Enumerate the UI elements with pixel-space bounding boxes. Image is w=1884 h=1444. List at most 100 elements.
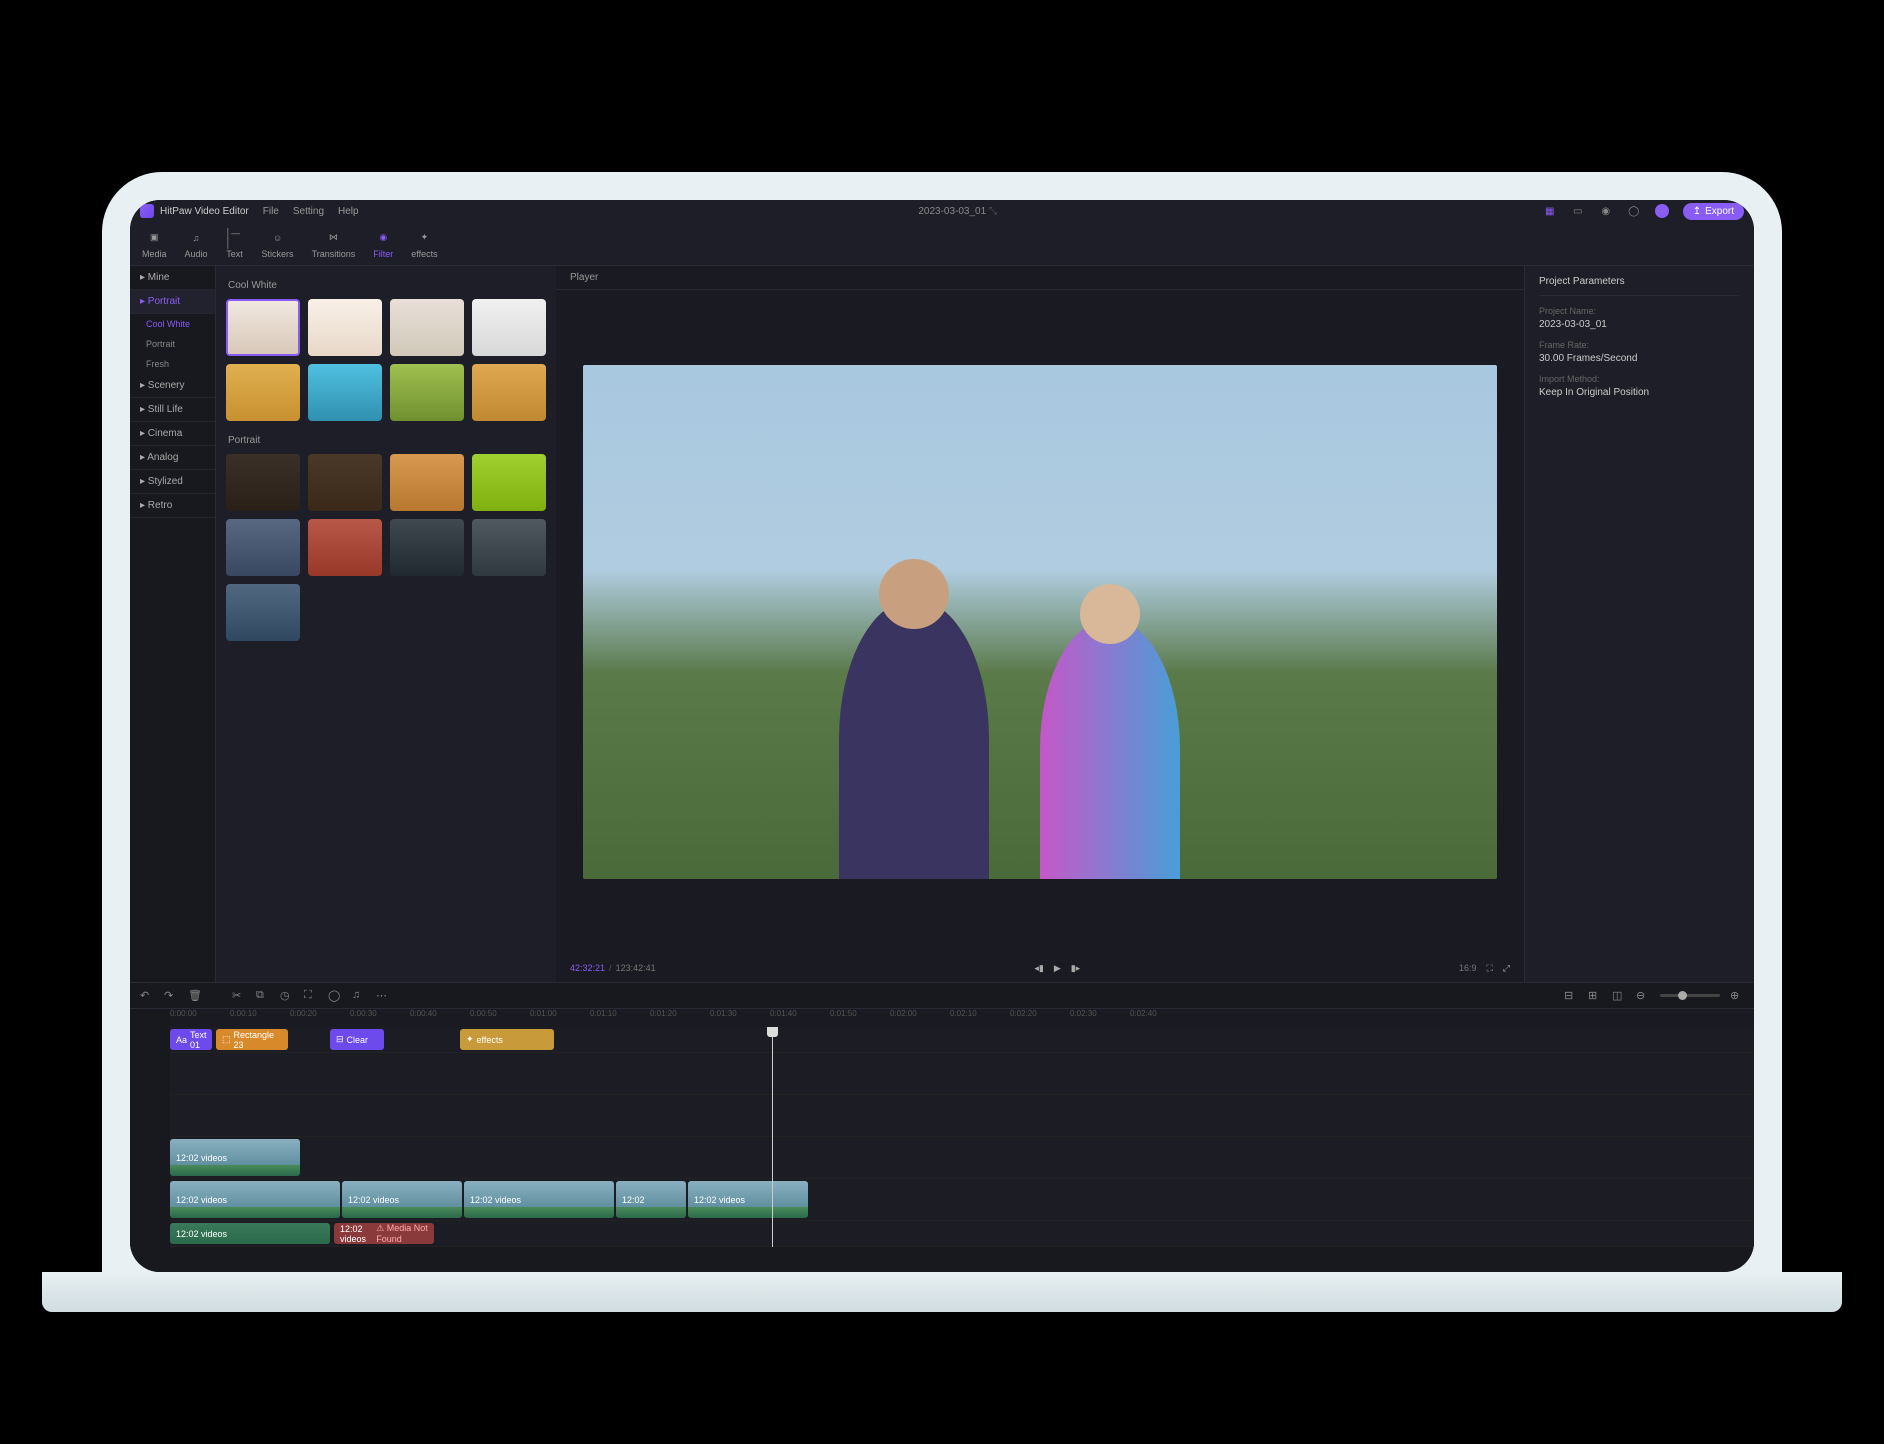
- category-cinema[interactable]: ▸ Cinema: [130, 422, 215, 446]
- timeline-clip[interactable]: 12:02 videos: [170, 1223, 330, 1244]
- more-tool-icon[interactable]: ⋯: [376, 989, 390, 1003]
- aspect-ratio-label[interactable]: 16:9: [1459, 963, 1477, 973]
- delete-icon[interactable]: 🗑: [188, 989, 202, 1003]
- timeline-ruler[interactable]: 0:00:000:00:100:00:200:00:300:00:400:00:…: [170, 1009, 1754, 1027]
- preset-thumb[interactable]: [390, 299, 464, 356]
- category-scenery[interactable]: ▸ Scenery: [130, 374, 215, 398]
- ruler-tick: 0:01:30: [710, 1009, 737, 1018]
- preset-thumb[interactable]: [472, 454, 546, 511]
- next-frame-button[interactable]: ▮▸: [1071, 963, 1080, 974]
- copy-icon[interactable]: ⧉: [256, 989, 270, 1003]
- tool-effects[interactable]: ✦effects: [411, 229, 437, 259]
- preset-thumb[interactable]: [308, 519, 382, 576]
- preset-thumb[interactable]: [390, 519, 464, 576]
- preset-thumb[interactable]: [308, 364, 382, 421]
- subcategory-portrait[interactable]: Portrait: [130, 334, 215, 354]
- preset-thumb[interactable]: [472, 364, 546, 421]
- preview-tab[interactable]: Player: [556, 266, 1524, 290]
- audio-tool-icon[interactable]: ♫: [352, 989, 366, 1003]
- timeline-clip[interactable]: 12:02 videos: [170, 1181, 340, 1218]
- tool-audio[interactable]: ♫Audio: [185, 229, 208, 259]
- preset-thumb[interactable]: [472, 299, 546, 356]
- timeline-clip[interactable]: ✦effects: [460, 1029, 554, 1050]
- timeline-clip[interactable]: 12:02: [616, 1181, 686, 1218]
- tool-text[interactable]: │—│Text: [226, 229, 244, 259]
- timeline-clip[interactable]: AaText 01: [170, 1029, 212, 1050]
- ruler-tick: 0:01:10: [590, 1009, 617, 1018]
- effects-track[interactable]: 🔒👁AaText 01⬚Rectangle 23⊟Clear✦effects: [170, 1027, 1754, 1053]
- video-track-1[interactable]: 🔒👁12:02 videos: [170, 1137, 1754, 1179]
- preset-thumb[interactable]: [390, 364, 464, 421]
- empty-track-2[interactable]: 🔒👁: [170, 1095, 1754, 1137]
- video-track-2[interactable]: 🔒👁12:02 videos12:02 videos12:02 videos12…: [170, 1179, 1754, 1221]
- preset-thumb[interactable]: [226, 584, 300, 641]
- card-icon[interactable]: ▭: [1571, 204, 1585, 218]
- timeline-tracks[interactable]: 🔒👁 AaText 01⬚Rectangle 23 ⊟Clear ✦effects 🔒👁…: [170, 1027, 1754, 1247]
- redo-icon[interactable]: ↷: [164, 989, 178, 1003]
- menu-help[interactable]: Help: [338, 206, 359, 217]
- speed-icon[interactable]: ◷: [280, 989, 294, 1003]
- preset-thumb[interactable]: [226, 364, 300, 421]
- import-method-value: Keep In Original Position: [1539, 387, 1740, 398]
- add-track-icon[interactable]: ⊞: [1588, 989, 1602, 1003]
- tool-stickers[interactable]: ☺Stickers: [262, 229, 294, 259]
- subcategory-fresh[interactable]: Fresh: [130, 354, 215, 374]
- tool-media[interactable]: ▣Media: [142, 229, 167, 259]
- stickers-icon: ☺: [269, 229, 287, 247]
- playhead[interactable]: [772, 1027, 773, 1247]
- timeline-clip[interactable]: 12:02 videos⚠ Media Not Found: [334, 1223, 434, 1244]
- category-still-life[interactable]: ▸ Still Life: [130, 398, 215, 422]
- timeline-clip[interactable]: ⊟Clear: [330, 1029, 384, 1050]
- mask-icon[interactable]: ◯: [328, 989, 342, 1003]
- preset-thumb[interactable]: [226, 519, 300, 576]
- preset-thumb[interactable]: [226, 299, 300, 356]
- timeline-clip[interactable]: 12:02 videos: [170, 1139, 300, 1176]
- timeline-clip[interactable]: 12:02 videos: [342, 1181, 462, 1218]
- prev-frame-button[interactable]: ◂▮: [1034, 963, 1043, 974]
- current-time: 42:32:21: [570, 963, 605, 973]
- message-icon[interactable]: ◉: [1599, 204, 1613, 218]
- framerate-value: 30.00 Frames/Second: [1539, 353, 1740, 364]
- crop-tool-icon[interactable]: ⛶: [304, 989, 318, 1003]
- undo-icon[interactable]: ↶: [140, 989, 154, 1003]
- ruler-tick: 0:00:40: [410, 1009, 437, 1018]
- preset-thumb[interactable]: [226, 454, 300, 511]
- preset-thumb[interactable]: [308, 299, 382, 356]
- export-button[interactable]: ↥ Export: [1683, 203, 1744, 220]
- fullscreen-icon[interactable]: ⤢: [1503, 963, 1510, 974]
- category-stylized[interactable]: ▸ Stylized: [130, 470, 215, 494]
- subcategory-cool-white[interactable]: Cool White: [130, 314, 215, 334]
- ruler-tick: 0:01:50: [830, 1009, 857, 1018]
- timeline-clip[interactable]: ⬚Rectangle 23: [216, 1029, 288, 1050]
- play-button[interactable]: ▶: [1054, 963, 1061, 974]
- project-name-label: Project Name:: [1539, 306, 1740, 316]
- menu-file[interactable]: File: [263, 206, 279, 217]
- category-portrait[interactable]: ▸ Portrait: [130, 290, 215, 314]
- gift-icon[interactable]: ▦: [1543, 204, 1557, 218]
- menu-setting[interactable]: Setting: [293, 206, 324, 217]
- project-panel-tab[interactable]: Project Parameters: [1539, 276, 1740, 296]
- category-mine[interactable]: ▸ Mine: [130, 266, 215, 290]
- snap-icon[interactable]: ⊟: [1564, 989, 1578, 1003]
- tool-transitions[interactable]: ⋈Transitions: [312, 229, 356, 259]
- preset-thumb[interactable]: [472, 519, 546, 576]
- cut-icon[interactable]: ✂: [232, 989, 246, 1003]
- crop-icon[interactable]: ⛶: [1486, 963, 1492, 974]
- zoom-in-icon[interactable]: ⊕: [1730, 989, 1744, 1003]
- timeline-clip[interactable]: 12:02 videos: [688, 1181, 808, 1218]
- zoom-slider[interactable]: [1660, 994, 1720, 997]
- settings-icon[interactable]: ⋯: [1655, 204, 1669, 218]
- tool-filter[interactable]: ◉Filter: [373, 229, 393, 259]
- project-panel: Project Parameters Project Name: 2023-03…: [1524, 266, 1754, 982]
- timeline-clip[interactable]: 12:02 videos: [464, 1181, 614, 1218]
- category-retro[interactable]: ▸ Retro: [130, 494, 215, 518]
- user-icon[interactable]: ◯: [1627, 204, 1641, 218]
- ruler-tick: 0:01:00: [530, 1009, 557, 1018]
- empty-track-1[interactable]: 🔒👁: [170, 1053, 1754, 1095]
- preset-thumb[interactable]: [308, 454, 382, 511]
- zoom-out-icon[interactable]: ⊖: [1636, 989, 1650, 1003]
- preset-thumb[interactable]: [390, 454, 464, 511]
- category-analog[interactable]: ▸ Analog: [130, 446, 215, 470]
- fit-icon[interactable]: ◫: [1612, 989, 1626, 1003]
- audio-track[interactable]: ♫👁12:02 videos12:02 videos⚠ Media Not Fo…: [170, 1221, 1754, 1247]
